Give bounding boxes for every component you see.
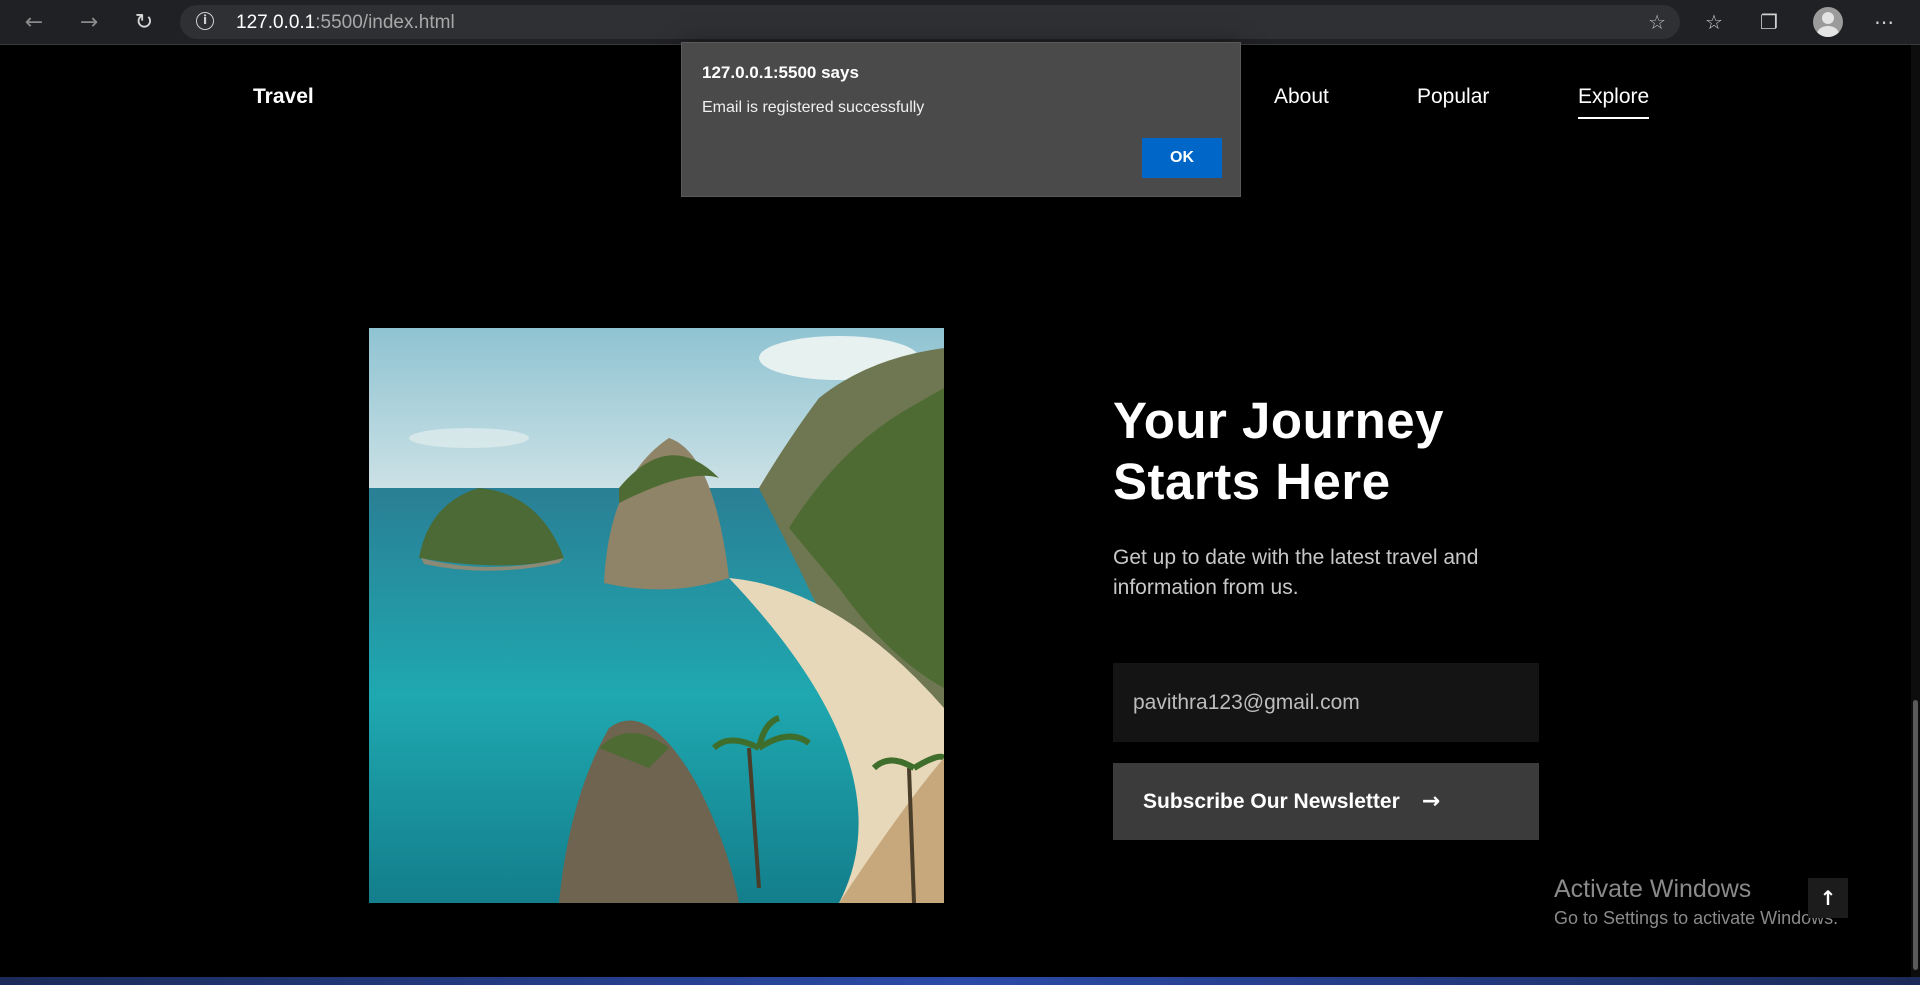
nav-popular[interactable]: Popular — [1417, 85, 1489, 109]
refresh-icon[interactable]: ↻ — [126, 4, 162, 40]
scrollbar-thumb[interactable] — [1913, 700, 1918, 970]
alert-dialog: 127.0.0.1:5500 says Email is registered … — [681, 42, 1241, 197]
subscribe-button[interactable]: Subscribe Our Newsletter → — [1113, 763, 1539, 840]
activate-windows-title: Activate Windows — [1554, 875, 1752, 903]
taskbar-edge — [0, 977, 1920, 985]
forward-icon[interactable]: → — [71, 4, 107, 40]
add-favorite-icon[interactable]: ☆ — [1648, 10, 1666, 34]
info-icon[interactable]: i — [196, 12, 214, 30]
title-line-1: Your Journey — [1113, 392, 1444, 449]
title-line-2: Starts Here — [1113, 453, 1391, 510]
collections-icon[interactable]: ❐ — [1753, 6, 1785, 38]
back-to-top-button[interactable]: ↑ — [1808, 878, 1848, 918]
brand-logo[interactable]: Travel — [253, 85, 314, 109]
ok-button[interactable]: OK — [1142, 138, 1222, 178]
alert-message: Email is registered successfully — [702, 99, 925, 116]
nav-explore[interactable]: Explore — [1578, 85, 1650, 119]
hero-subtext: Get up to date with the latest travel an… — [1113, 546, 1479, 599]
url-text[interactable]: 127.0.0.1:5500/index.html — [236, 12, 455, 34]
nav-about[interactable]: About — [1274, 85, 1329, 109]
address-bar[interactable]: i 127.0.0.1:5500/index.html ☆ — [180, 5, 1680, 39]
subscribe-label: Subscribe Our Newsletter — [1143, 790, 1400, 813]
arrow-up-icon: ↑ — [1819, 886, 1837, 910]
back-icon[interactable]: ← — [16, 4, 52, 40]
email-field[interactable] — [1113, 663, 1539, 742]
more-icon[interactable]: ⋯ — [1868, 6, 1900, 38]
activate-windows-subtitle: Go to Settings to activate Windows. — [1554, 908, 1839, 928]
profile-icon[interactable] — [1813, 7, 1843, 37]
favorites-icon[interactable]: ☆ — [1698, 6, 1730, 38]
arrow-right-icon: → — [1421, 789, 1441, 814]
alert-title: 127.0.0.1:5500 says — [702, 63, 859, 82]
hero-image — [369, 328, 944, 903]
browser-toolbar: ← → ↻ i 127.0.0.1:5500/index.html ☆ ☆ ❐ … — [0, 0, 1920, 45]
page-title: Your Journey Starts Here — [1113, 390, 1633, 512]
